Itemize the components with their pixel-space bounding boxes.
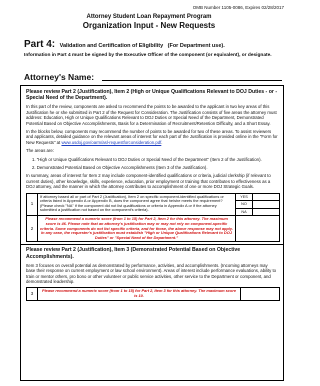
no-label: NO — [235, 200, 253, 209]
table-row: 2 Please recommend a numeric score (from… — [26, 215, 280, 243]
attorney-name-label: Attorney's Name: — [24, 72, 95, 82]
attorney-name-field[interactable] — [102, 80, 282, 81]
item3-score-instructions: Please recommend a numeric score (from 1… — [37, 287, 241, 301]
request-form-link[interactable]: www.usdoj.gov/oarm/asl-requestforconside… — [61, 140, 161, 145]
no-checkbox[interactable] — [252, 200, 280, 209]
item2-table: 1 If attorney based all or part of Part … — [26, 192, 280, 243]
na-label: NA — [235, 207, 253, 217]
part4-title: Validation and Certification of Eligibil… — [59, 43, 164, 49]
item2-paragraph-1: In this part of the review, components a… — [26, 104, 277, 126]
table-row: 1 If attorney based all or part of Part … — [26, 192, 280, 217]
item3-section: Please review Part 2 (Justification), It… — [21, 245, 283, 302]
areas-label: The areas are: — [26, 148, 54, 154]
criteria-question: If attorney based all or part of Part 2 … — [37, 192, 236, 217]
row-number: 2 — [26, 215, 38, 243]
item2-paragraph-2-end: . — [161, 139, 163, 145]
yes-label: YES — [235, 192, 253, 202]
area-2: 2. Demonstrated Potential Based on Objec… — [32, 165, 208, 171]
row-number: 1 — [26, 192, 38, 217]
review-box: Please review Part 2 (Justification), It… — [20, 85, 284, 381]
item2-paragraph-2: In the blocks below, components may reco… — [26, 129, 278, 145]
na-checkbox[interactable] — [252, 207, 280, 217]
part4-label: Part 4: — [24, 39, 56, 50]
form-header: Attorney Student Loan Repayment Program … — [0, 14, 298, 30]
item2-paragraph-3: In summary, areas of interest for Item 2… — [26, 173, 271, 190]
omb-number: OMB Number 1105-0086, Expires 02/28/2017 — [192, 5, 284, 10]
item3-score-field[interactable] — [240, 287, 280, 301]
part4-title-note: (For Department use). — [167, 43, 225, 49]
area-1: 1. "High or Unique Qualifications Releva… — [32, 156, 262, 162]
form-title: Organization Input - New Requests — [82, 21, 216, 30]
table-row: 3 Please recommend a numeric score (from… — [26, 287, 280, 301]
part4-header: Part 4: Validation and Certification of … — [24, 34, 284, 59]
item2-heading: Please review Part 2 (Justification), It… — [26, 89, 278, 102]
item3-heading: Please review Part 2 (Justification), It… — [26, 247, 241, 260]
item3-table: 3 Please recommend a numeric score (from… — [26, 287, 280, 301]
row-number: 3 — [26, 287, 38, 301]
part4-info: Information in Part 4 must be signed by … — [24, 53, 272, 58]
item2-score-field[interactable] — [235, 215, 280, 243]
item3-paragraph: Item 3 focuses on overall potential as d… — [26, 262, 277, 285]
item2-score-instructions: Please recommend a numeric score (from 1… — [37, 215, 236, 243]
yes-checkbox[interactable] — [252, 192, 280, 202]
item2-section: Please review Part 2 (Justification), It… — [21, 86, 283, 246]
program-title: Attorney Student Loan Repayment Program — [86, 14, 212, 20]
